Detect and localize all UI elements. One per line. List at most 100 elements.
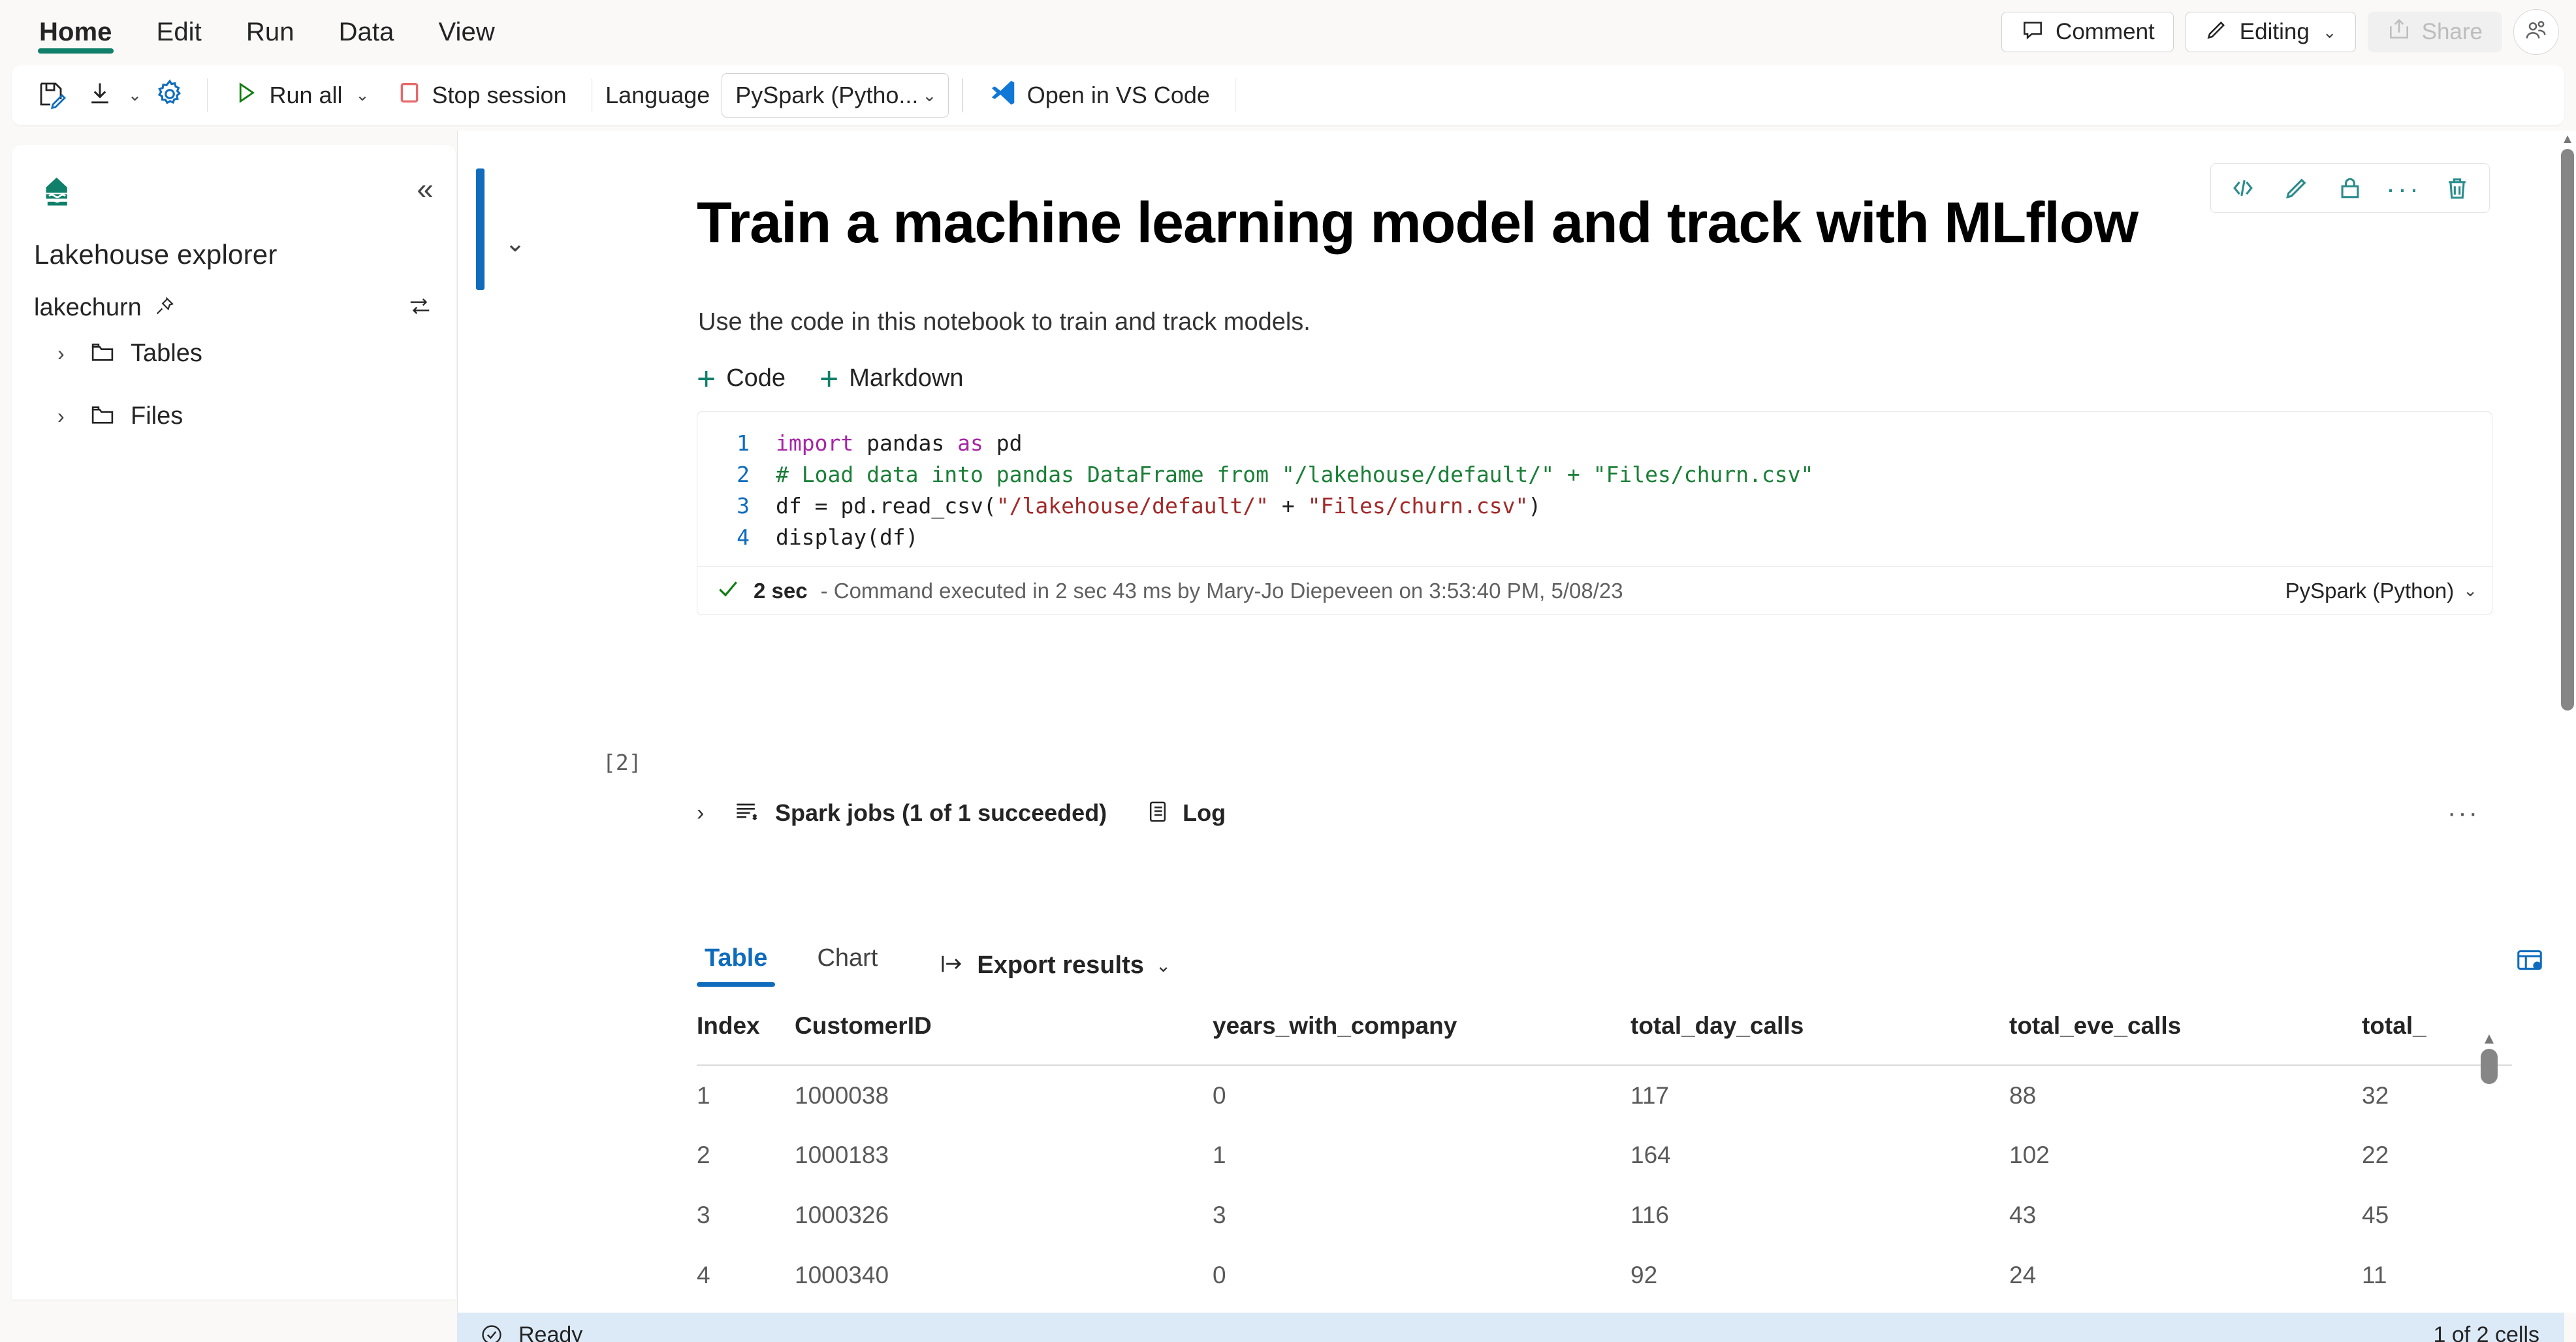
import-button[interactable] [76,74,124,116]
markdown-cell-collapse-button[interactable]: ⌄ [505,229,526,258]
code-token: + [1269,493,1308,519]
import-chevron-down-icon[interactable]: ⌄ [124,86,146,105]
toolbar-divider-1 [206,78,208,112]
code-token: import [776,430,854,456]
scroll-up-icon[interactable]: ▲ [2478,1031,2500,1047]
export-results-button[interactable]: Export results ⌄ [938,950,1171,981]
add-code-cell-button[interactable]: + Code [697,362,786,395]
code-line: 4 display(df) [697,522,2492,553]
toolbar-divider-4 [1234,78,1236,112]
save-icon [36,78,67,113]
ribbon-tab-edit[interactable]: Edit [135,0,224,64]
settings-button[interactable] [146,74,194,116]
ribbon-tab-data[interactable]: Data [317,0,417,64]
cell-kernel-label: PySpark (Python) [2285,578,2455,603]
cell-years-with-company: 1 [1213,1305,1630,1313]
scrollbar-thumb[interactable] [2481,1049,2498,1084]
editing-button[interactable]: Editing ⌄ [2185,12,2356,52]
line-number: 4 [737,524,750,550]
folder-icon [89,401,116,432]
cell-index: 3 [697,1202,710,1228]
cell-execution-index: [2] [603,750,642,775]
command-toolbar: ⌄ Run all ⌄ Stop session Language PySpar… [12,65,2564,125]
run-all-chevron-down-icon[interactable]: ⌄ [352,86,374,105]
cell-total-eve-calls: 43 [2009,1202,2037,1228]
log-label: Log [1183,799,1226,826]
save-button[interactable] [27,74,76,116]
run-all-button[interactable]: Run all ⌄ [221,74,385,116]
column-header-total-day-calls[interactable]: total_day_calls [1630,1012,2009,1066]
scroll-up-icon[interactable]: ▲ [2559,131,2576,148]
tree-item-tables[interactable]: › Tables [12,322,456,385]
comment-button[interactable]: Comment [2001,12,2174,52]
pencil-icon [2204,17,2229,48]
vscode-icon [988,78,1018,114]
language-select[interactable]: PySpark (Pytho... ⌄ [722,73,949,118]
tree-item-files[interactable]: › Files [12,385,456,447]
cell-index: 2 [697,1142,710,1168]
cell-total-day-calls: 53 [1630,1305,2009,1313]
execution-duration: 2 sec [754,578,808,603]
chevron-right-icon: › [57,404,65,428]
stop-session-button[interactable]: Stop session [385,74,578,116]
notebook-scrollbar[interactable]: ▲ [2559,131,2576,1313]
results-table-scrollbar[interactable]: ▲ ▼ [2478,1031,2500,1313]
execution-message: - Command executed in 2 sec 43 ms by Mar… [820,578,1623,603]
column-header-customerid[interactable]: CustomerID [795,1012,1213,1066]
table-row[interactable]: 5 1000471 1 53 59 37 [697,1305,2512,1313]
tree-item-tables-label: Tables [131,339,202,367]
line-number: 1 [737,430,750,456]
cell-index: 1 [697,1081,710,1109]
export-results-label: Export results [977,951,1144,979]
swap-icon[interactable] [407,294,432,322]
cell-total-eve-calls: 24 [2009,1262,2037,1288]
spark-jobs-expand-chevron-icon[interactable]: › [697,801,718,826]
code-editor[interactable]: 1 import pandas as pd 2 # Load data into… [697,412,2492,566]
pin-icon[interactable] [153,295,176,321]
column-header-total-eve-calls[interactable]: total_eve_calls [2009,1012,2362,1066]
collapse-panel-button[interactable]: « [417,168,434,204]
notebook-scroll-area: ··· ⌄ Train a machine learning model and… [458,131,2559,1313]
add-markdown-cell-button[interactable]: + Markdown [819,362,964,395]
ribbon-bar: Home Edit Run Data View Comment Editing … [0,0,2576,64]
table-row[interactable]: 1 1000038 0 117 88 32 [697,1065,2512,1125]
delete-icon[interactable] [2432,168,2483,208]
ribbon-tab-home[interactable]: Home [17,0,135,64]
cell-kernel-select[interactable]: PySpark (Python) ⌄ [2285,579,2477,603]
ribbon-tab-view[interactable]: View [416,0,517,64]
column-header-index[interactable]: Index [697,1012,795,1066]
table-row[interactable]: 4 1000340 0 92 24 11 [697,1245,2512,1305]
people-button[interactable] [2513,9,2559,55]
editing-label: Editing [2239,19,2310,44]
code-token: display(df) [776,524,919,550]
spark-more-icon[interactable]: ··· [2447,799,2479,828]
code-token: pd [983,430,1023,456]
results-table-body: 1 1000038 0 117 88 32 2 1000183 1 164 10… [697,1065,2512,1313]
explorer-title: Lakehouse explorer [34,239,278,270]
run-all-label: Run all [269,82,343,108]
tab-chart[interactable]: Chart [809,944,885,987]
cells-count-text: 1 of 2 cells [2433,1322,2539,1342]
ribbon-tab-run[interactable]: Run [224,0,317,64]
line-number: 2 [737,462,750,487]
log-icon [1145,799,1171,828]
scrollbar-thumb[interactable] [2561,149,2574,711]
open-in-vscode-button[interactable]: Open in VS Code [976,74,1222,116]
lakehouse-explorer-pane: « Lakehouse explorer lakechurn › Tables … [12,145,456,1300]
column-header-years-with-company[interactable]: years_with_company [1213,1012,1630,1066]
lakehouse-item[interactable]: lakechurn [12,270,456,322]
language-chevron-down-icon: ⌄ [922,85,937,105]
table-settings-icon[interactable] [2515,946,2545,979]
tab-table-label: Table [705,944,768,972]
table-row[interactable]: 2 1000183 1 164 102 22 [697,1125,2512,1185]
spark-jobs-label[interactable]: Spark jobs (1 of 1 succeeded) [775,799,1107,827]
tab-table[interactable]: Table [697,944,776,987]
chevron-down-icon: ⌄ [2463,581,2477,600]
log-button[interactable]: Log [1145,799,1226,828]
cell-years-with-company: 3 [1213,1202,1226,1228]
cell-total-day-calls: 92 [1630,1262,1658,1288]
table-row[interactable]: 3 1000326 3 116 43 45 [697,1185,2512,1245]
stop-session-label: Stop session [432,82,567,108]
cell-total-day-calls: 116 [1630,1202,1669,1228]
code-cell[interactable]: 1 import pandas as pd 2 # Load data into… [697,411,2492,615]
